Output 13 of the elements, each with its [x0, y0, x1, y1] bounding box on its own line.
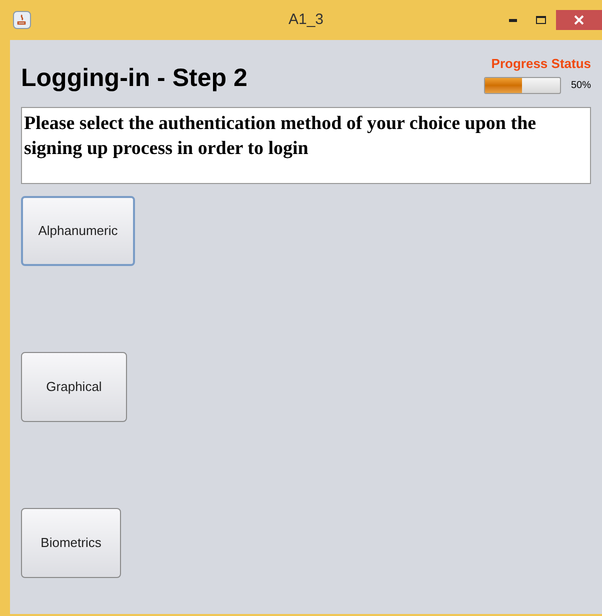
window-title: A1_3: [288, 10, 324, 30]
progress-label: Progress Status: [491, 55, 591, 73]
maximize-icon: [536, 16, 546, 24]
progress-percent: 50%: [570, 78, 591, 92]
page-heading: Logging-in - Step 2: [21, 63, 248, 94]
close-icon: [574, 15, 584, 25]
instructions-text: Please select the authentication method of your choice upon the signing up process in order to login: [21, 106, 591, 184]
method-button[interactable]: Graphical: [21, 352, 127, 422]
method-button[interactable]: Biometrics: [21, 508, 121, 578]
method-button[interactable]: Alphanumeric: [21, 196, 135, 266]
minimize-icon: [509, 18, 517, 22]
app-icon[interactable]: [13, 11, 31, 29]
close-button[interactable]: [556, 10, 602, 30]
